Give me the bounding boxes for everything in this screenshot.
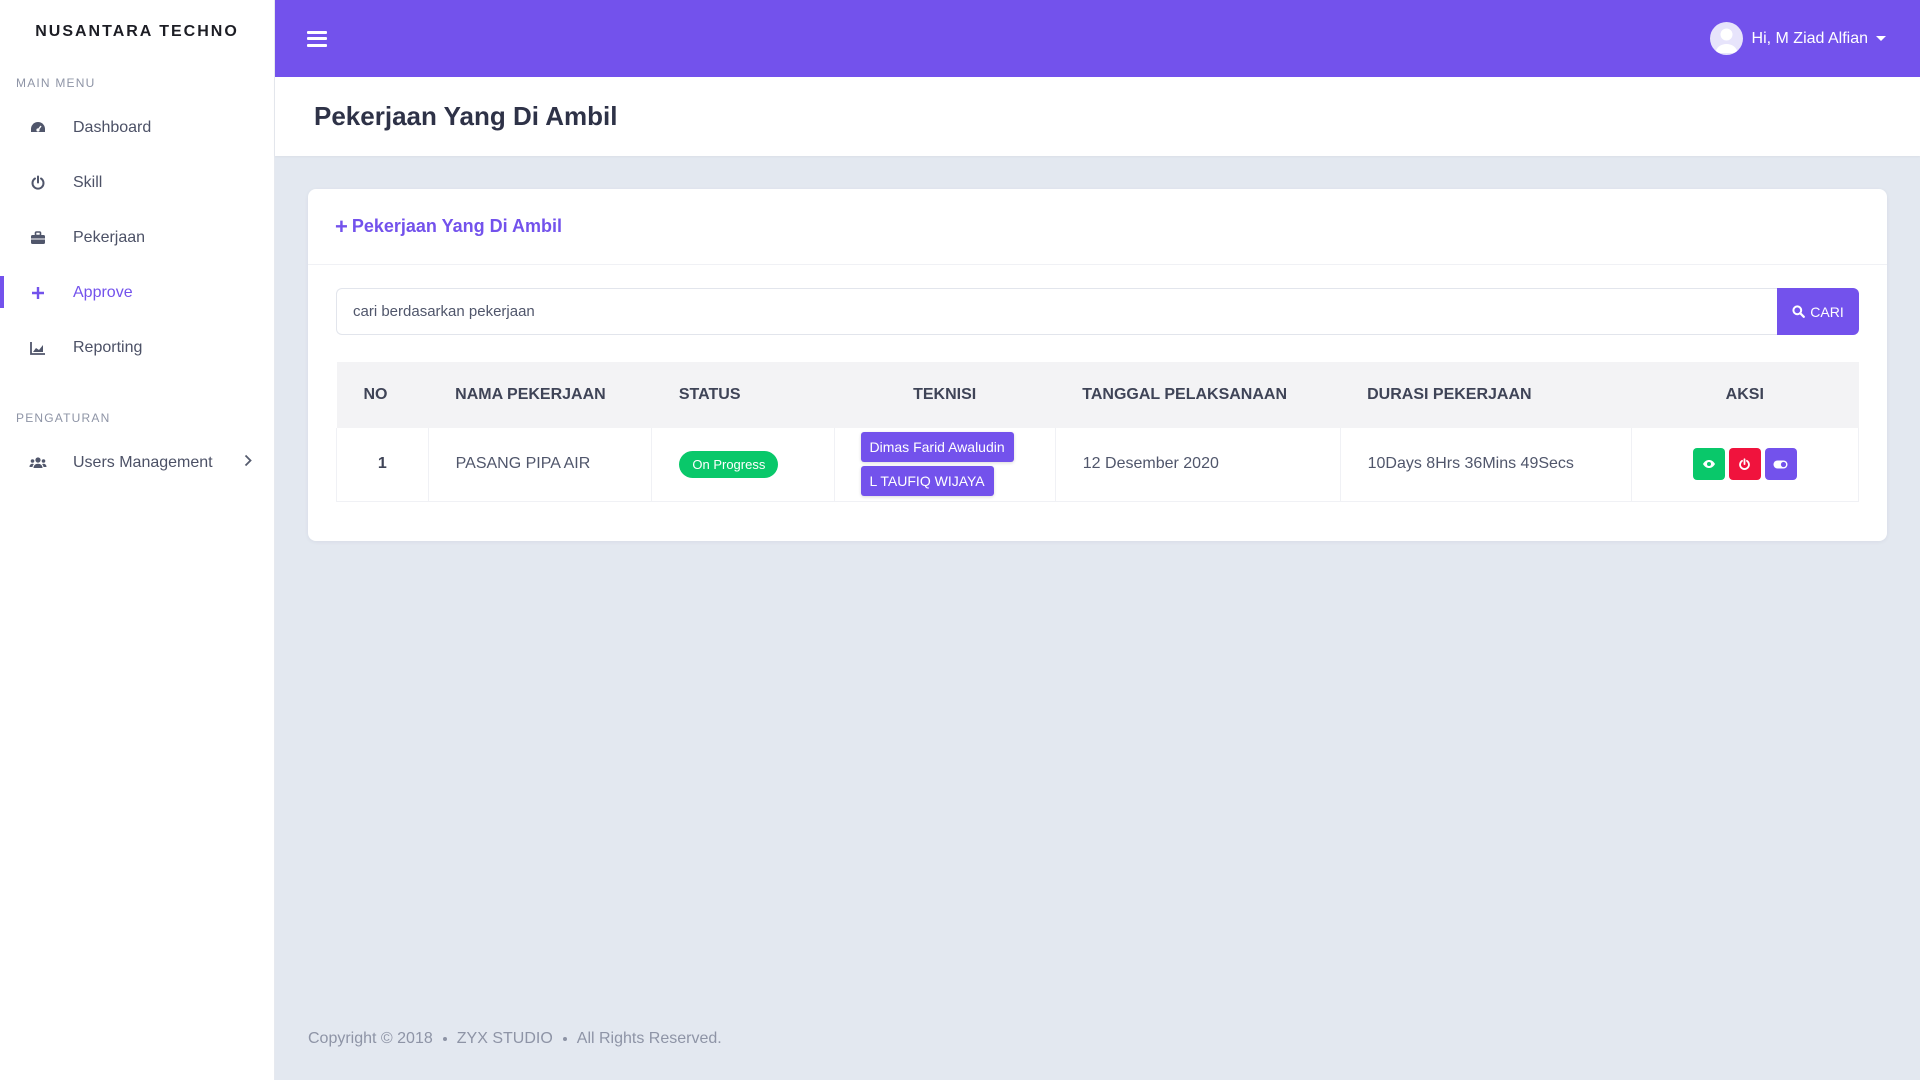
- cell-durasi: 10Days 8Hrs 36Mins 49Secs: [1340, 428, 1632, 502]
- sidebar-item-label: Skill: [73, 173, 103, 191]
- toggle-icon: [1773, 460, 1788, 469]
- cell-no: 1: [336, 428, 429, 502]
- sidebar-item-users-management[interactable]: Users Management: [0, 435, 274, 490]
- sidebar-item-label: Pekerjaan: [73, 228, 146, 246]
- settings-heading: PENGATURAN: [16, 411, 111, 425]
- search-button-label: CARI: [1810, 303, 1844, 320]
- page-header: Pekerjaan Yang Di Ambil: [275, 77, 1920, 156]
- card-title: Pekerjaan Yang Di Ambil: [351, 216, 562, 236]
- cell-status: On Progress: [651, 428, 835, 502]
- page-title: Pekerjaan Yang Di Ambil: [314, 101, 618, 131]
- view-button[interactable]: [1692, 448, 1725, 481]
- row-actions: [1632, 448, 1858, 481]
- table-row: 1 PASANG PIPA AIR On Progress Dimas Fari…: [336, 428, 1860, 502]
- footer-studio[interactable]: ZYX STUDIO: [457, 1030, 553, 1048]
- user-menu[interactable]: Hi, M Ziad Alfian: [1709, 22, 1886, 55]
- technician-tag: L TAUFIQ WIJAYA: [860, 466, 994, 497]
- cell-aksi: [1631, 428, 1860, 502]
- briefcase-icon: [28, 228, 48, 248]
- sidebar-item-label: Reporting: [73, 338, 143, 356]
- power-button[interactable]: [1728, 448, 1761, 481]
- plus-icon: [28, 283, 48, 303]
- toggle-button[interactable]: [1764, 448, 1797, 481]
- sidebar-item-pekerjaan[interactable]: Pekerjaan: [0, 210, 274, 265]
- footer-copyright: Copyright © 2018: [308, 1030, 433, 1047]
- chart-icon: [28, 338, 48, 358]
- search-bar: CARI: [336, 288, 1859, 335]
- avatar: [1709, 22, 1743, 55]
- caret-down-icon: [1876, 36, 1886, 41]
- footer-rights: All Rights Reserved.: [576, 1030, 722, 1047]
- sidebar-item-reporting[interactable]: Reporting: [0, 320, 274, 375]
- card-header[interactable]: + Pekerjaan Yang Di Ambil: [308, 189, 1887, 265]
- users-icon: [28, 453, 48, 473]
- eye-icon: [1702, 460, 1715, 469]
- power-icon: [1739, 458, 1751, 470]
- sidebar: NUSANTARA TECHNO MAIN MENU Dashboard Ski…: [0, 0, 275, 1080]
- main-menu-heading: MAIN MENU: [16, 76, 96, 90]
- separator-dot: [442, 1037, 447, 1041]
- menu-toggle-icon[interactable]: [307, 30, 327, 47]
- search-icon: [1792, 305, 1806, 318]
- cell-nama-pekerjaan: PASANG PIPA AIR: [428, 428, 653, 502]
- sidebar-item-skill[interactable]: Skill: [0, 155, 274, 210]
- column-header-tanggal-pelaksanaan: TANGGAL PELAKSANAAN: [1055, 362, 1341, 428]
- sidebar-item-approve[interactable]: Approve: [0, 265, 274, 320]
- column-header-status: STATUS: [651, 362, 835, 428]
- column-header-aksi: AKSI: [1631, 362, 1859, 428]
- cell-teknisi: Dimas Farid Awaludin L TAUFIQ WIJAYA: [834, 428, 1056, 502]
- technician-tag: Dimas Farid Awaludin: [860, 432, 1014, 463]
- dashboard-icon: [28, 118, 48, 138]
- cell-tanggal: 12 Desember 2020: [1055, 428, 1341, 502]
- chevron-right-icon: [244, 454, 252, 472]
- sidebar-item-label: Approve: [73, 283, 133, 301]
- search-input[interactable]: [336, 288, 1777, 335]
- status-badge: On Progress: [679, 450, 779, 478]
- search-button[interactable]: CARI: [1777, 288, 1859, 335]
- column-header-no: NO: [336, 362, 429, 428]
- table-header-row: NO NAMA PEKERJAAN STATUS TEKNISI TANGGAL…: [336, 362, 1859, 428]
- power-icon: [28, 173, 48, 193]
- separator-dot: [562, 1037, 567, 1041]
- column-header-nama-pekerjaan: NAMA PEKERJAAN: [428, 362, 652, 428]
- topbar: Hi, M Ziad Alfian: [275, 0, 1920, 77]
- footer: Copyright © 2018 ZYX STUDIO All Rights R…: [308, 1030, 722, 1048]
- brand-logo[interactable]: NUSANTARA TECHNO: [0, 0, 274, 64]
- column-header-durasi-pekerjaan: DURASI PEKERJAAN: [1340, 362, 1632, 428]
- sidebar-item-dashboard[interactable]: Dashboard: [0, 100, 274, 155]
- user-greeting: Hi, M Ziad Alfian: [1751, 29, 1868, 47]
- column-header-teknisi: TEKNISI: [834, 362, 1056, 428]
- jobs-table: NO NAMA PEKERJAAN STATUS TEKNISI TANGGAL…: [336, 362, 1860, 502]
- jobs-card: + Pekerjaan Yang Di Ambil CARI NO NAMA P…: [308, 189, 1887, 541]
- plus-icon: +: [335, 213, 348, 239]
- sidebar-item-label: Dashboard: [73, 118, 152, 136]
- sidebar-item-label: Users Management: [73, 453, 213, 471]
